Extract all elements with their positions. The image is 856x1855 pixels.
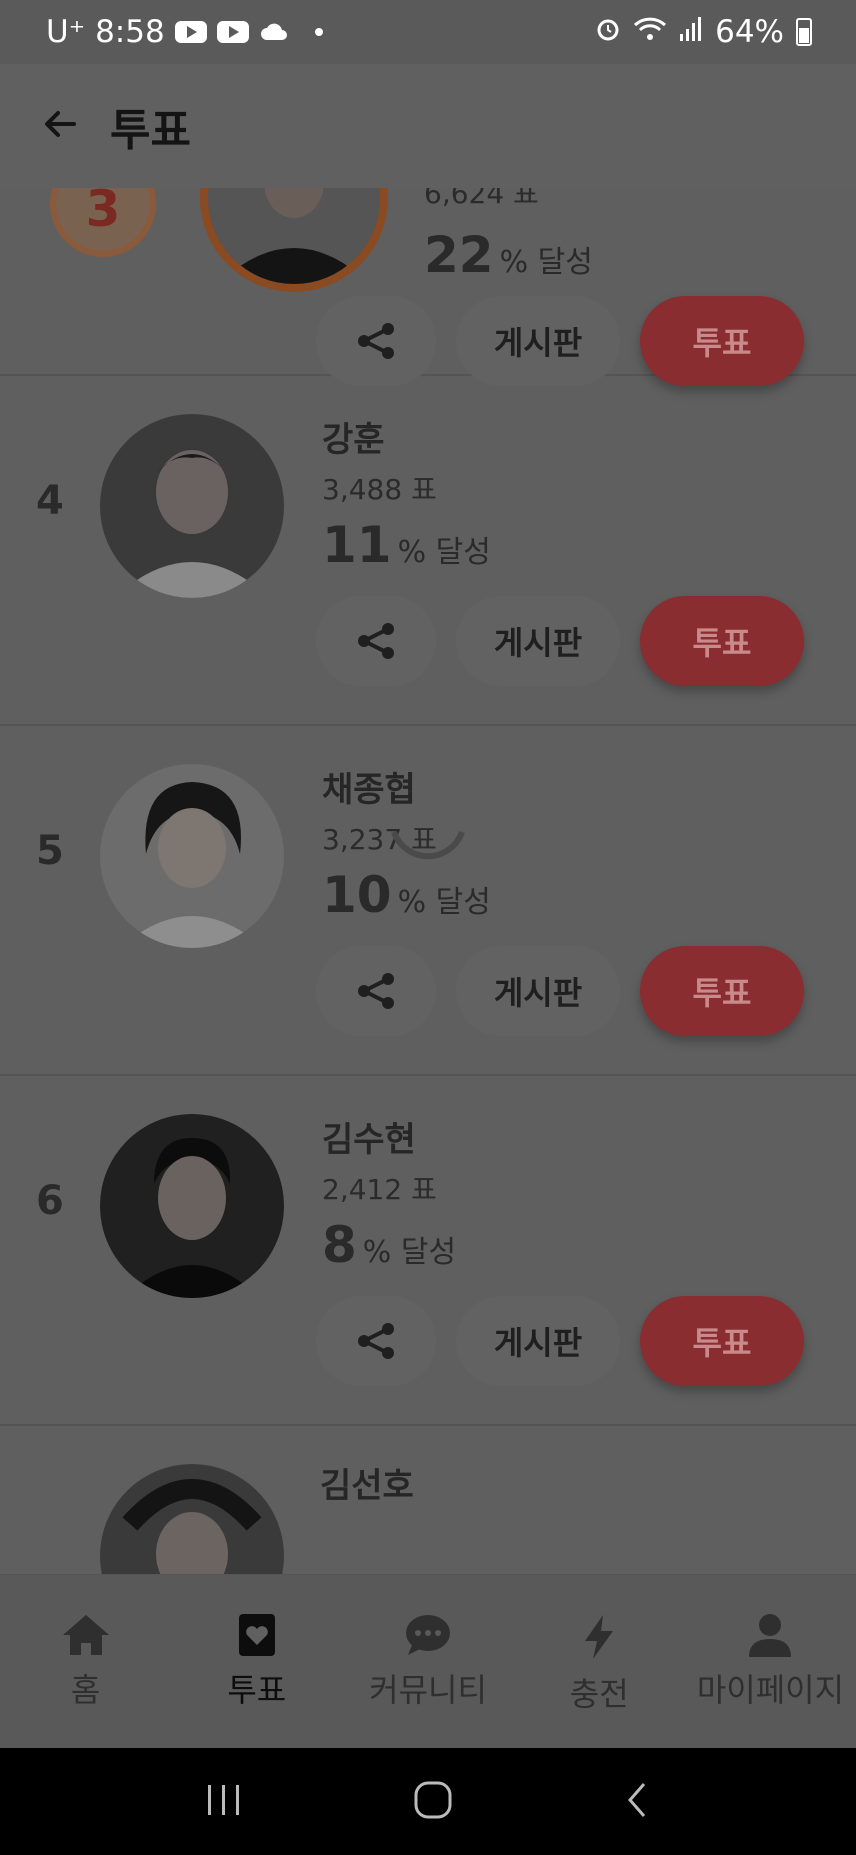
share-button[interactable] xyxy=(316,946,436,1036)
list-item: 5 채종협 3,237 표 10% 달성 게시판 투표 xyxy=(0,726,856,1076)
board-button[interactable]: 게시판 xyxy=(456,1296,620,1386)
youtube-icon xyxy=(174,21,207,43)
rank-medal-icon: 3 xyxy=(44,188,162,266)
achievement-percent: 10% 달성 xyxy=(322,866,491,924)
system-navigation-bar xyxy=(0,1748,856,1855)
list-item: 김선호 xyxy=(0,1426,856,1574)
avatar xyxy=(100,1464,284,1574)
nav-home[interactable]: 홈 xyxy=(0,1575,171,1748)
alarm-icon xyxy=(595,14,621,50)
person-icon xyxy=(749,1614,792,1657)
nav-charge[interactable]: 충전 xyxy=(514,1575,685,1748)
share-button[interactable] xyxy=(316,1296,436,1386)
share-icon xyxy=(358,623,394,659)
list-item: 6 김수현 2,412 표 8% 달성 게시판 투표 xyxy=(0,1076,856,1426)
ranking-list[interactable]: 3 6,624 표 22% 달성 게시판 투표 4 강훈 3,488 표 11%… xyxy=(0,188,856,1574)
lightning-icon xyxy=(585,1615,614,1659)
clock: 8:58 xyxy=(95,14,165,50)
candidate-name: 김수현 xyxy=(322,1120,416,1160)
share-button[interactable] xyxy=(316,296,436,386)
back-icon[interactable] xyxy=(622,1780,652,1824)
avatar xyxy=(200,188,388,292)
vote-button[interactable]: 투표 xyxy=(640,1296,804,1386)
bottom-navigation: 홈 투표 커뮤니티 충전 마이페이지 xyxy=(0,1574,856,1748)
youtube-icon xyxy=(216,21,249,43)
candidate-name: 채종협 xyxy=(322,770,416,810)
signal-icon xyxy=(679,14,703,50)
candidate-name: 김선호 xyxy=(320,1466,414,1506)
rank-3-label: 3 xyxy=(86,188,121,238)
back-arrow-icon[interactable] xyxy=(42,109,78,143)
vote-count: 2,412 표 xyxy=(322,1173,437,1206)
page-title: 투표 xyxy=(110,105,191,156)
rank-number: 4 xyxy=(36,478,64,524)
chat-bubble-icon xyxy=(406,1615,450,1655)
vote-button[interactable]: 투표 xyxy=(640,946,804,1036)
battery-percent: 64% xyxy=(715,14,784,50)
nav-mypage[interactable]: 마이페이지 xyxy=(685,1575,856,1748)
vote-button[interactable]: 투표 xyxy=(640,596,804,686)
app-header: 투표 xyxy=(0,64,856,188)
share-icon xyxy=(358,1323,394,1359)
achievement-percent: 22% 달성 xyxy=(424,226,593,284)
vote-count: 3,488 표 xyxy=(322,473,437,506)
vote-button[interactable]: 투표 xyxy=(640,296,804,386)
nav-vote[interactable]: 투표 xyxy=(171,1575,342,1748)
avatar xyxy=(100,1114,284,1298)
rank-number: 5 xyxy=(36,828,64,874)
achievement-percent: 11% 달성 xyxy=(322,516,491,574)
board-button[interactable]: 게시판 xyxy=(456,946,620,1036)
board-button[interactable]: 게시판 xyxy=(456,596,620,686)
battery-icon xyxy=(796,18,812,46)
rank-number: 6 xyxy=(36,1178,64,1224)
board-button[interactable]: 게시판 xyxy=(456,296,620,386)
avatar xyxy=(100,764,284,948)
wifi-icon xyxy=(633,14,667,50)
vote-count: 6,624 표 xyxy=(424,188,539,210)
status-bar: U⁺ 8:58 64% xyxy=(0,0,856,64)
notification-dot-icon xyxy=(314,28,323,36)
cloud-icon xyxy=(259,22,289,42)
share-icon xyxy=(358,323,394,359)
share-icon xyxy=(358,973,394,1009)
vote-card-icon xyxy=(238,1614,275,1656)
list-item: 4 강훈 3,488 표 11% 달성 게시판 투표 xyxy=(0,376,856,726)
share-button[interactable] xyxy=(316,596,436,686)
home-button-icon[interactable] xyxy=(413,1780,453,1824)
list-item: 3 6,624 표 22% 달성 게시판 투표 xyxy=(0,188,856,386)
carrier-label: U⁺ xyxy=(46,14,86,50)
recent-apps-icon[interactable] xyxy=(204,1783,244,1821)
achievement-percent: 8% 달성 xyxy=(322,1216,457,1274)
home-icon xyxy=(62,1615,109,1655)
nav-community[interactable]: 커뮤니티 xyxy=(342,1575,513,1748)
candidate-name: 강훈 xyxy=(322,420,385,460)
avatar xyxy=(100,414,284,598)
